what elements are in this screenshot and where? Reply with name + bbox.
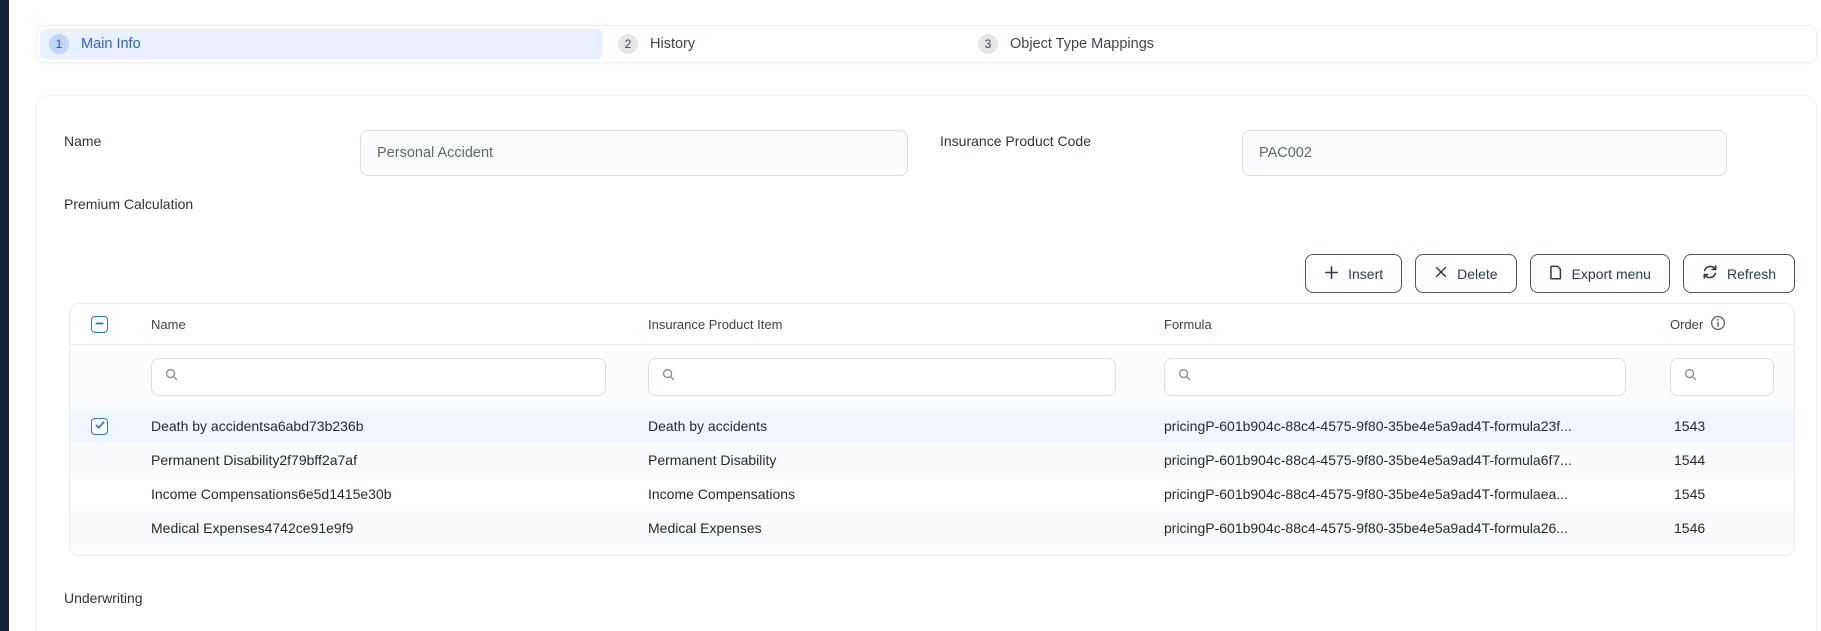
indeterminate-icon [94, 317, 105, 332]
search-icon [661, 367, 676, 387]
tab-history[interactable]: 2 History [606, 26, 966, 62]
tab-label: Object Type Mappings [1010, 36, 1154, 52]
cell-name: Medical Expenses4742ce91e9f9 [151, 520, 648, 536]
cell-name: Permanent Disability2f79bff2a7af [151, 452, 648, 468]
select-all-checkbox[interactable] [91, 316, 108, 333]
premium-calculation-grid: Name Insurance Product Item Formula Orde… [69, 303, 1795, 556]
order-filter[interactable] [1670, 358, 1774, 396]
left-nav-rail [0, 0, 9, 631]
item-filter[interactable] [648, 358, 1116, 396]
tab-object-type-mappings[interactable]: 3 Object Type Mappings [966, 26, 1816, 62]
table-row[interactable]: Medical Expenses4742ce91e9f9 Medical Exp… [70, 511, 1794, 545]
document-icon [1549, 265, 1563, 283]
cell-name: Income Compensations6e5d1415e30b [151, 486, 648, 502]
search-icon [1177, 367, 1192, 387]
column-header-item[interactable]: Insurance Product Item [648, 317, 1164, 332]
page: 1 Main Info 2 History 3 Object Type Mapp… [0, 0, 1821, 631]
cell-order: 1543 [1670, 418, 1795, 434]
name-filter[interactable] [151, 358, 606, 396]
grid-toolbar: Insert Delete Export menu Refresh [1305, 254, 1795, 293]
formula-filter[interactable] [1164, 358, 1626, 396]
tab-label: Main Info [81, 36, 141, 52]
refresh-button-label: Refresh [1727, 266, 1776, 282]
column-header-formula[interactable]: Formula [1164, 317, 1670, 332]
cell-formula: pricingP-601b904c-88c4-4575-9f80-35be4e5… [1164, 520, 1670, 536]
cell-item: Permanent Disability [648, 452, 1164, 468]
row-checkbox[interactable] [91, 418, 108, 435]
order-filter-input[interactable] [1706, 369, 1773, 385]
select-all-cell [70, 316, 151, 333]
step-2-badge: 2 [618, 34, 638, 54]
step-3-badge: 3 [978, 34, 998, 54]
export-menu-button[interactable]: Export menu [1530, 254, 1670, 293]
insert-button-label: Insert [1348, 266, 1383, 282]
refresh-button[interactable]: Refresh [1683, 254, 1795, 293]
item-filter-input[interactable] [684, 369, 1115, 385]
column-header-order[interactable]: Order [1670, 315, 1795, 334]
formula-filter-input[interactable] [1200, 369, 1625, 385]
insurance-product-code-label: Insurance Product Code [940, 133, 1091, 149]
underwriting-section-label: Underwriting [64, 590, 143, 606]
grid-header-row: Name Insurance Product Item Formula Orde… [70, 304, 1794, 345]
search-icon [164, 367, 179, 387]
name-filter-input[interactable] [187, 369, 605, 385]
column-header-name[interactable]: Name [151, 317, 648, 332]
row-select-cell [70, 418, 151, 435]
insurance-product-code-input[interactable] [1242, 130, 1727, 176]
tab-main-info[interactable]: 1 Main Info [40, 29, 603, 59]
check-icon [94, 418, 106, 434]
table-row[interactable]: Death by accidentsa6abd73b236b Death by … [70, 409, 1794, 443]
refresh-icon [1702, 264, 1718, 283]
cell-formula: pricingP-601b904c-88c4-4575-9f80-35be4e5… [1164, 418, 1670, 434]
wizard-tabbar: 1 Main Info 2 History 3 Object Type Mapp… [36, 25, 1817, 63]
delete-button-label: Delete [1457, 266, 1497, 282]
order-info-icon[interactable] [1710, 315, 1726, 334]
cell-item: Medical Expenses [648, 520, 1164, 536]
grid-filter-row [70, 345, 1794, 409]
plus-icon [1324, 265, 1339, 283]
cell-order: 1546 [1670, 520, 1795, 536]
cell-item: Death by accidents [648, 418, 1164, 434]
column-header-order-label: Order [1670, 317, 1703, 332]
cell-order: 1545 [1670, 486, 1795, 502]
cell-formula: pricingP-601b904c-88c4-4575-9f80-35be4e5… [1164, 486, 1670, 502]
cell-name: Death by accidentsa6abd73b236b [151, 418, 648, 434]
table-row[interactable]: Permanent Disability2f79bff2a7af Permane… [70, 443, 1794, 477]
name-input[interactable] [360, 130, 908, 176]
tab-label: History [650, 36, 695, 52]
cell-formula: pricingP-601b904c-88c4-4575-9f80-35be4e5… [1164, 452, 1670, 468]
cell-item: Income Compensations [648, 486, 1164, 502]
cell-order: 1544 [1670, 452, 1795, 468]
name-label: Name [64, 133, 101, 149]
table-row[interactable]: Income Compensations6e5d1415e30b Income … [70, 477, 1794, 511]
insert-button[interactable]: Insert [1305, 254, 1402, 293]
premium-calculation-section-label: Premium Calculation [64, 196, 193, 212]
close-icon [1434, 265, 1448, 282]
export-menu-button-label: Export menu [1572, 266, 1651, 282]
delete-button[interactable]: Delete [1415, 254, 1516, 293]
search-icon [1683, 367, 1698, 387]
step-1-badge: 1 [49, 34, 69, 54]
